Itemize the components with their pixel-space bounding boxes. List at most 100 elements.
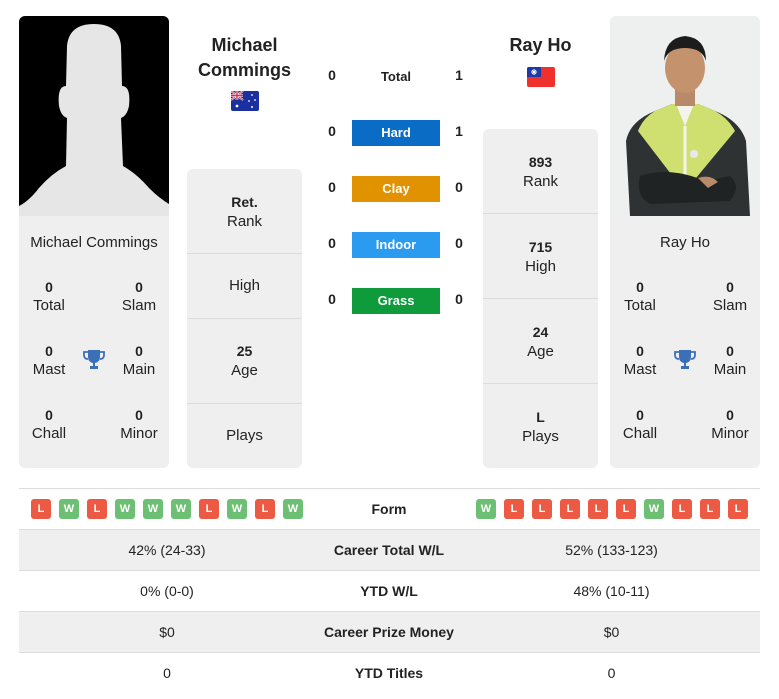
- player1-ytd-titles: 0: [163, 665, 171, 681]
- stat-value: 0: [636, 407, 644, 423]
- plays-value: L: [536, 409, 545, 425]
- player2-rank: 893 Rank: [483, 129, 598, 214]
- stat-value: 0: [726, 279, 734, 295]
- surface-hard-badge[interactable]: Hard: [352, 120, 440, 146]
- player1-age: 25 Age: [187, 319, 302, 404]
- player2-prize-money: $0: [603, 624, 620, 640]
- h2h-total-label: Total: [380, 69, 412, 84]
- player2-rank-column: 893 Rank 715 High 24 Age L Plays: [483, 129, 598, 468]
- form-win-badge[interactable]: W: [644, 499, 664, 519]
- form-win-badge[interactable]: W: [283, 499, 303, 519]
- form-row: LWLWWWLWLW Form WLLLLLWLLL: [19, 488, 760, 529]
- silhouette-placeholder-icon: [19, 16, 169, 216]
- stat-label: Slam: [121, 297, 157, 314]
- stat-value: 0: [636, 279, 644, 295]
- form-loss-badge[interactable]: L: [616, 499, 636, 519]
- high-label: High: [525, 258, 556, 275]
- player1-card-name[interactable]: Michael Commings: [19, 234, 169, 251]
- player2-career-wl: 52% (133-123): [565, 542, 658, 558]
- player2-card: Ray Ho 0 Total 0 Slam 0 Mast 0 Main 0 Ch…: [610, 16, 760, 468]
- plays-label: Plays: [522, 428, 559, 445]
- player1-stat-main: 0 Main: [109, 342, 169, 380]
- form-loss-badge[interactable]: L: [672, 499, 692, 519]
- player2-stat-slam: 0 Slam: [700, 278, 760, 316]
- stat-value: 0: [636, 343, 644, 359]
- player2-high: 715 High: [483, 214, 598, 299]
- stat-label: Chall: [31, 425, 67, 442]
- taiwan-flag-icon: [527, 67, 555, 87]
- stat-value: 0: [135, 279, 143, 295]
- player1-stat-minor: 0 Minor: [109, 406, 169, 444]
- player1-rank: Ret. Rank: [187, 169, 302, 254]
- form-win-badge[interactable]: W: [115, 499, 135, 519]
- player1-title[interactable]: Michael Commings: [187, 33, 302, 83]
- stat-value: 0: [726, 407, 734, 423]
- player2-age: 24 Age: [483, 299, 598, 384]
- form-loss-badge[interactable]: L: [87, 499, 107, 519]
- h2h-hard-p2: 1: [455, 123, 463, 139]
- surface-grass-badge[interactable]: Grass: [352, 288, 440, 314]
- stat-label: Main: [713, 361, 747, 378]
- h2h-indoor-p1: 0: [328, 235, 336, 251]
- table-row: 42% (24-33) Career Total W/L 52% (133-12…: [19, 529, 760, 570]
- player1-rank-column: Ret. Rank High 25 Age Plays: [187, 169, 302, 468]
- h2h-total-p1: 0: [328, 67, 336, 83]
- h2h-clay-p1: 0: [328, 179, 336, 195]
- player2-title[interactable]: Ray Ho: [483, 33, 598, 58]
- form-win-badge[interactable]: W: [171, 499, 191, 519]
- stat-value: 0: [135, 407, 143, 423]
- h2h-grass-p1: 0: [328, 291, 336, 307]
- form-loss-badge[interactable]: L: [255, 499, 275, 519]
- form-loss-badge[interactable]: L: [504, 499, 524, 519]
- player1-card: Michael Commings 0 Total 0 Slam 0 Mast 0…: [19, 16, 169, 468]
- player2-stat-total: 0 Total: [610, 278, 670, 316]
- stat-label: Mast: [32, 361, 66, 378]
- stat-label: Total: [624, 297, 656, 314]
- stat-value: 0: [135, 343, 143, 359]
- player1-title-line1: Michael: [211, 35, 278, 55]
- form-win-badge[interactable]: W: [143, 499, 163, 519]
- stat-value: 0: [45, 407, 53, 423]
- player1-prize-money: $0: [159, 624, 175, 640]
- trophy-icon: [81, 347, 107, 373]
- stat-label: Minor: [120, 425, 158, 442]
- rank-label: Rank: [522, 173, 559, 190]
- form-loss-badge[interactable]: L: [588, 499, 608, 519]
- form-loss-badge[interactable]: L: [532, 499, 552, 519]
- rank-value: Ret.: [231, 194, 258, 210]
- form-loss-badge[interactable]: L: [560, 499, 580, 519]
- row-label: YTD Titles: [354, 665, 424, 681]
- stat-value: 0: [45, 343, 53, 359]
- h2h-total-p2: 1: [455, 67, 463, 83]
- player2-photo[interactable]: [610, 16, 760, 216]
- age-value: 25: [236, 343, 253, 359]
- player1-photo[interactable]: [19, 16, 169, 216]
- player2-stat-minor: 0 Minor: [700, 406, 760, 444]
- player2-ytd-titles: 0: [607, 665, 616, 681]
- form-win-badge[interactable]: W: [227, 499, 247, 519]
- stat-label: Mast: [623, 361, 657, 378]
- form-loss-badge[interactable]: L: [31, 499, 51, 519]
- surface-clay-badge[interactable]: Clay: [352, 176, 440, 202]
- player1-title-line2: Commings: [197, 60, 291, 80]
- row-label: Career Total W/L: [333, 542, 445, 558]
- player2-card-name[interactable]: Ray Ho: [610, 234, 760, 251]
- trophy-icon: [672, 347, 698, 373]
- table-row: 0% (0-0) YTD W/L 48% (10-11): [19, 570, 760, 611]
- player1-plays: Plays: [187, 404, 302, 468]
- form-win-badge[interactable]: W: [476, 499, 496, 519]
- player1-stat-total: 0 Total: [19, 278, 79, 316]
- form-win-badge[interactable]: W: [59, 499, 79, 519]
- form-loss-badge[interactable]: L: [199, 499, 219, 519]
- row-label: YTD W/L: [360, 583, 418, 599]
- stat-value: 0: [45, 279, 53, 295]
- table-row: $0 Career Prize Money $0: [19, 611, 760, 652]
- h2h-clay-p2: 0: [455, 179, 463, 195]
- player1-form: LWLWWWLWLW: [31, 489, 303, 529]
- h2h-indoor-p2: 0: [455, 235, 463, 251]
- player-photo-icon: [610, 16, 760, 216]
- surface-indoor-badge[interactable]: Indoor: [352, 232, 440, 258]
- form-loss-badge[interactable]: L: [728, 499, 748, 519]
- form-loss-badge[interactable]: L: [700, 499, 720, 519]
- player2-stat-mast: 0 Mast: [610, 342, 670, 380]
